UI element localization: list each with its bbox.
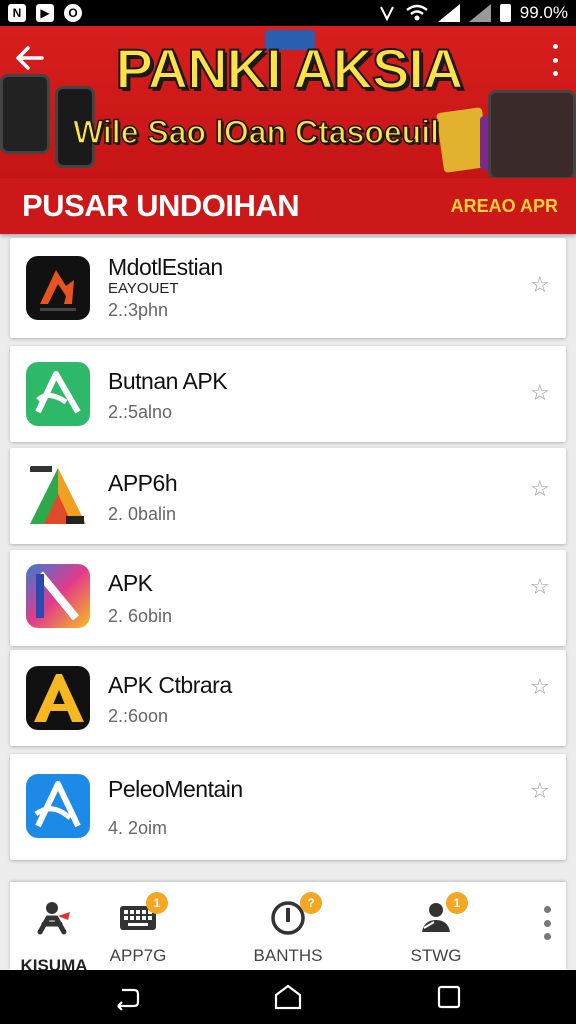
star-outline-icon[interactable]: ☆ bbox=[530, 382, 552, 404]
star-outline-icon[interactable]: ☆ bbox=[530, 478, 552, 500]
app-name: PeleoMentain bbox=[108, 776, 243, 802]
nav-item-banths[interactable]: ? BANTHS bbox=[246, 882, 330, 970]
banner-title: PANKI AKSIA bbox=[115, 36, 465, 101]
notification-icons: N ▶ O bbox=[8, 4, 82, 22]
nav-label: APP7G bbox=[109, 946, 167, 965]
notification-badge: ? bbox=[300, 892, 322, 914]
app-list-item[interactable]: APP6h 2. 0balin ☆ bbox=[10, 448, 566, 544]
app-list-item[interactable]: MdotlEstian EAYOUET 2.:3phn ☆ bbox=[10, 238, 566, 338]
nfc-icon bbox=[379, 6, 394, 22]
app-name: APK bbox=[108, 570, 153, 596]
banner-subtitle: Wile Sao lOan Ctasoeuil bbox=[72, 113, 440, 151]
notification-badge: 1 bbox=[146, 892, 168, 914]
app-list-item[interactable]: APK 2. 6obin ☆ bbox=[10, 550, 566, 646]
media-notification-icon: ▶ bbox=[36, 4, 54, 22]
app-name: APP6h bbox=[108, 470, 178, 496]
system-navigation-bar bbox=[0, 970, 576, 1024]
star-outline-icon[interactable]: ☆ bbox=[530, 274, 552, 296]
star-outline-icon[interactable]: ☆ bbox=[530, 676, 552, 698]
star-outline-icon[interactable]: ☆ bbox=[530, 780, 552, 802]
bottom-navigation: KISUMA 1 APP7G ? BANTHS 1 STWG bbox=[10, 882, 566, 975]
nav-label: STWG bbox=[410, 946, 462, 965]
arrow-left-icon bbox=[16, 46, 44, 70]
app-meta: 4. 2oim bbox=[108, 818, 168, 838]
banner-phone-image bbox=[0, 74, 50, 154]
person-icon bbox=[37, 902, 70, 935]
app-meta: 2.:5alno bbox=[108, 402, 173, 422]
battery-percentage: 99.0% bbox=[519, 3, 568, 22]
wifi-icon bbox=[406, 4, 428, 21]
yellow-a-logo-icon bbox=[26, 666, 90, 730]
section-link[interactable]: AREAO APR bbox=[451, 196, 558, 217]
gradient-a-logo-icon bbox=[26, 564, 90, 628]
nav-item-stwg[interactable]: 1 STWG bbox=[394, 882, 478, 970]
signal-icon bbox=[437, 4, 460, 22]
battery-icon bbox=[499, 4, 511, 22]
app-name: MdotlEstian bbox=[108, 254, 223, 280]
notification-badge: 1 bbox=[446, 892, 468, 914]
more-vertical-icon[interactable] bbox=[542, 906, 552, 940]
home-icon[interactable] bbox=[273, 982, 303, 1012]
star-outline-icon[interactable]: ☆ bbox=[530, 576, 552, 598]
app-name: Butnan APK bbox=[108, 368, 228, 394]
back-button[interactable] bbox=[14, 42, 50, 78]
app-subtitle: EAYOUET bbox=[108, 280, 179, 297]
status-bar: N ▶ O 99.0% bbox=[0, 0, 576, 26]
section-header: PUSAR UNDOIHAN AREAO APR bbox=[0, 178, 576, 234]
nav-label: BANTHS bbox=[253, 946, 323, 965]
app-list-item[interactable]: Butnan APK 2.:5alno ☆ bbox=[10, 346, 566, 442]
app-list-item[interactable]: APK Ctbrara 2.:6oon ☆ bbox=[10, 650, 566, 746]
nav-item-app7g[interactable]: 1 APP7G bbox=[98, 882, 178, 970]
back-icon[interactable] bbox=[112, 982, 142, 1012]
signal-icon bbox=[468, 4, 491, 22]
circle-notification-icon: O bbox=[64, 4, 82, 22]
app-meta: 2.:3phn bbox=[108, 300, 169, 320]
green-a-logo-icon bbox=[26, 362, 90, 426]
app-meta: 2. 0balin bbox=[108, 504, 177, 524]
banner-phone-image bbox=[488, 90, 576, 178]
nav-item-kisuma[interactable]: KISUMA bbox=[14, 882, 94, 975]
flame-logo-icon bbox=[26, 256, 90, 320]
system-icons: 99.0% bbox=[378, 3, 568, 23]
multicolor-a-logo-icon bbox=[26, 464, 90, 528]
recents-icon[interactable] bbox=[434, 982, 464, 1012]
app-meta: 2.:6oon bbox=[108, 706, 169, 726]
app-list-item[interactable]: PeleoMentain 4. 2oim ☆ bbox=[10, 754, 566, 860]
n-notification-icon: N bbox=[8, 4, 26, 22]
app-meta: 2. 6obin bbox=[108, 606, 173, 626]
blue-a-logo-icon bbox=[26, 774, 90, 838]
more-vertical-icon[interactable] bbox=[548, 44, 562, 76]
header-banner: PANKI AKSIA Wile Sao lOan Ctasoeuil bbox=[0, 26, 576, 178]
section-title: PUSAR UNDOIHAN bbox=[22, 188, 300, 223]
app-name: APK Ctbrara bbox=[108, 672, 232, 698]
